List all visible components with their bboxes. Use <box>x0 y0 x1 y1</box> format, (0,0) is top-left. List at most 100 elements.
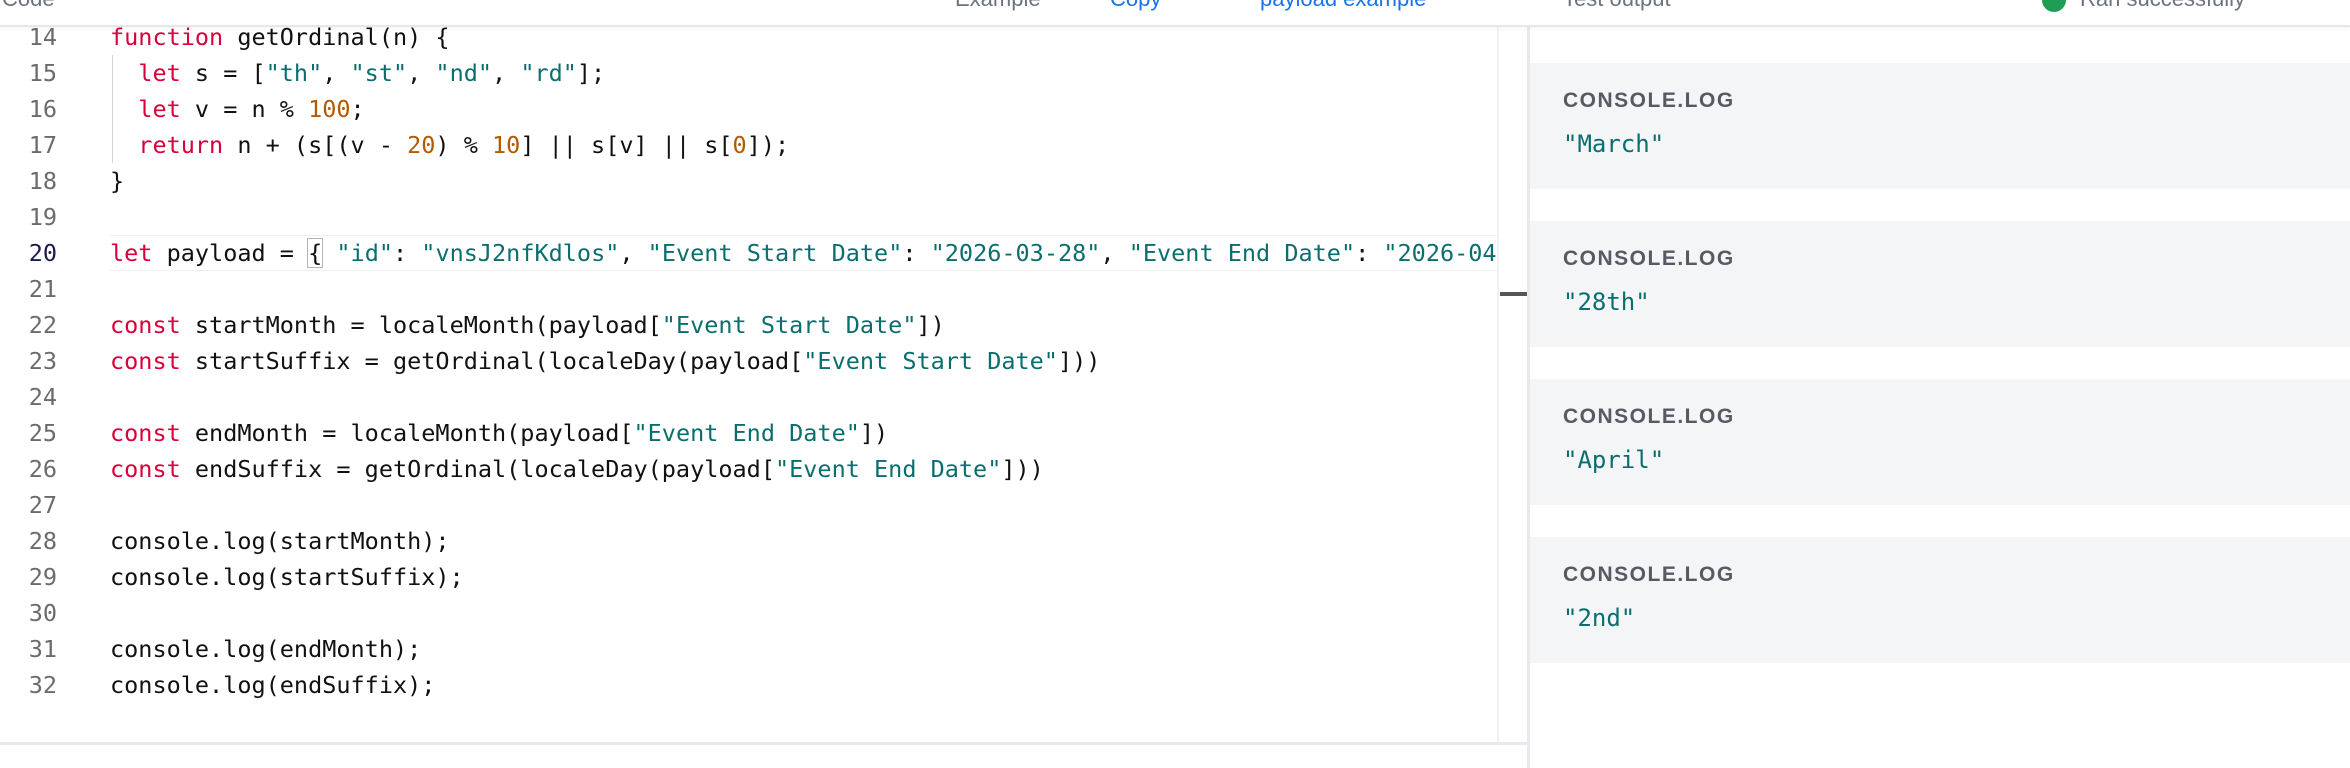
code-line[interactable]: 19 <box>0 199 1497 235</box>
console-log-label: CONSOLE.LOG <box>1563 247 1735 270</box>
code-line[interactable]: 26 const endSuffix = getOrdinal(localeDay… <box>0 451 1497 487</box>
console-log-value: "April" <box>1563 446 1665 474</box>
string-token: "rd" <box>520 59 577 87</box>
code-text[interactable]: return n + (s[(v - 20) % 10] || s[v] || … <box>110 127 789 163</box>
code-line[interactable]: 25 const endMonth = localeMonth(payload["… <box>0 415 1497 451</box>
string-token: "2026-03-28" <box>930 239 1101 267</box>
line-number: 21 <box>28 275 57 303</box>
keyword-token: let <box>138 95 181 123</box>
keyword-token: return <box>138 131 224 159</box>
code-token: ) % <box>435 131 493 159</box>
keyword-token: const <box>110 311 181 339</box>
keyword-token: function <box>110 27 224 51</box>
code-token: , <box>619 239 648 267</box>
line-number: 14 <box>28 27 57 51</box>
code-token: ]; <box>576 59 606 87</box>
code-line[interactable]: 18} <box>0 163 1497 199</box>
code-line[interactable]: 20 let payload = { "id": "vnsJ2nfKdlos", … <box>0 235 1497 271</box>
code-token: : <box>1355 239 1384 267</box>
string-token: "2026-04 <box>1383 239 1497 267</box>
line-number: 30 <box>28 599 57 627</box>
string-token: "Event Start Date" <box>661 311 917 339</box>
line-number: 27 <box>28 491 57 519</box>
code-line[interactable]: 17 return n + (s[(v - 20) % 10] || s[v] … <box>0 127 1497 163</box>
code-text[interactable]: const endSuffix = getOrdinal(localeDay(p… <box>110 451 1044 487</box>
code-token: , <box>492 59 521 87</box>
code-line[interactable]: 16 let v = n % 100; <box>0 91 1497 127</box>
code-text[interactable]: let v = n % 100; <box>110 91 365 127</box>
code-token: startSuffix = getOrdinal(localeDay(paylo… <box>180 347 804 375</box>
keyword-token: const <box>110 455 181 483</box>
code-line[interactable]: 29 console.log(startSuffix); <box>0 559 1497 595</box>
number-token: 100 <box>308 95 351 123</box>
console-log-value: "2nd" <box>1563 604 1636 632</box>
copy-link[interactable]: Copy <box>1110 0 1161 12</box>
code-token: } <box>110 167 125 195</box>
code-line[interactable]: 24 <box>0 379 1497 415</box>
code-text[interactable]: console.log(startMonth); <box>110 523 450 559</box>
code-token: : <box>902 239 931 267</box>
string-token: "Event End Date" <box>1128 239 1356 267</box>
test-output-label: Test output <box>1563 0 1671 12</box>
code-line[interactable]: 23 const startSuffix = getOrdinal(localeD… <box>0 343 1497 379</box>
code-text[interactable]: let payload = { "id": "vnsJ2nfKdlos", "E… <box>110 235 1497 271</box>
pane-splitter[interactable] <box>1527 0 1530 768</box>
code-text[interactable]: console.log(startSuffix); <box>110 559 464 595</box>
code-text[interactable]: let s = ["th", "st", "nd", "rd"]; <box>110 55 605 91</box>
code-token: , <box>407 59 436 87</box>
line-number: 25 <box>28 419 57 447</box>
overview-ruler-marker <box>1500 292 1527 296</box>
code-text[interactable]: console.log(endMonth); <box>110 631 421 667</box>
number-token: 0 <box>732 131 747 159</box>
code-line[interactable]: 15 let s = ["th", "st", "nd", "rd"]; <box>0 55 1497 91</box>
line-number: 28 <box>28 527 57 555</box>
line-number: 24 <box>28 383 57 411</box>
code-text[interactable]: const startSuffix = getOrdinal(localeDay… <box>110 343 1100 379</box>
line-number: 16 <box>28 95 57 123</box>
code-token: ])) <box>1057 347 1101 375</box>
string-token: "Event End Date" <box>633 419 860 447</box>
string-token: "id" <box>336 239 393 267</box>
payload-example-link[interactable]: payload example <box>1260 0 1426 12</box>
line-number: 19 <box>28 203 57 231</box>
keyword-token: const <box>110 347 181 375</box>
code-token: ] || s[v] || s[ <box>520 131 733 159</box>
console-log-value: "March" <box>1563 130 1665 158</box>
line-number: 22 <box>28 311 57 339</box>
keyword-token: let <box>110 239 153 267</box>
code-line[interactable]: 22 const startMonth = localeMonth(payload… <box>0 307 1497 343</box>
code-token: , <box>322 59 351 87</box>
code-line[interactable]: 32 console.log(endSuffix); <box>0 667 1497 703</box>
code-text[interactable]: } <box>110 163 124 199</box>
code-token: startMonth = localeMonth(payload[ <box>180 311 662 339</box>
code-tab-label[interactable]: Code <box>2 0 55 12</box>
code-line[interactable]: 27 <box>0 487 1497 523</box>
console-log-entry: CONSOLE.LOG "28th" <box>1530 221 2350 347</box>
code-text[interactable]: const endMonth = localeMonth(payload["Ev… <box>110 415 888 451</box>
code-line[interactable]: 14 function getOrdinal(n) { <box>0 27 1497 55</box>
keyword-token: let <box>138 59 181 87</box>
code-token: ; <box>350 95 365 123</box>
console-log-label: CONSOLE.LOG <box>1563 89 1735 112</box>
code-text[interactable]: const startMonth = localeMonth(payload["… <box>110 307 945 343</box>
line-number: 17 <box>28 131 57 159</box>
code-line[interactable]: 30 <box>0 595 1497 631</box>
code-line[interactable]: 28 console.log(startMonth); <box>0 523 1497 559</box>
code-lines[interactable]: 14 function getOrdinal(n) {15 let s = ["t… <box>0 27 1497 703</box>
line-number: 26 <box>28 455 57 483</box>
code-token: ]); <box>746 131 790 159</box>
code-text[interactable]: function getOrdinal(n) { <box>110 27 450 55</box>
code-line[interactable]: 21 <box>0 271 1497 307</box>
code-token: payload = <box>152 239 309 267</box>
string-token: "nd" <box>435 59 493 87</box>
code-token: getOrdinal(n) { <box>223 27 450 51</box>
code-token: n + (s[(v - <box>223 131 408 159</box>
code-text[interactable]: console.log(endSuffix); <box>110 667 435 703</box>
console-log-entry: CONSOLE.LOG "April" <box>1530 379 2350 505</box>
line-number: 15 <box>28 59 57 87</box>
code-line[interactable]: 31 console.log(endMonth); <box>0 631 1497 667</box>
code-editor[interactable]: 14 function getOrdinal(n) {15 let s = ["t… <box>0 27 1527 744</box>
